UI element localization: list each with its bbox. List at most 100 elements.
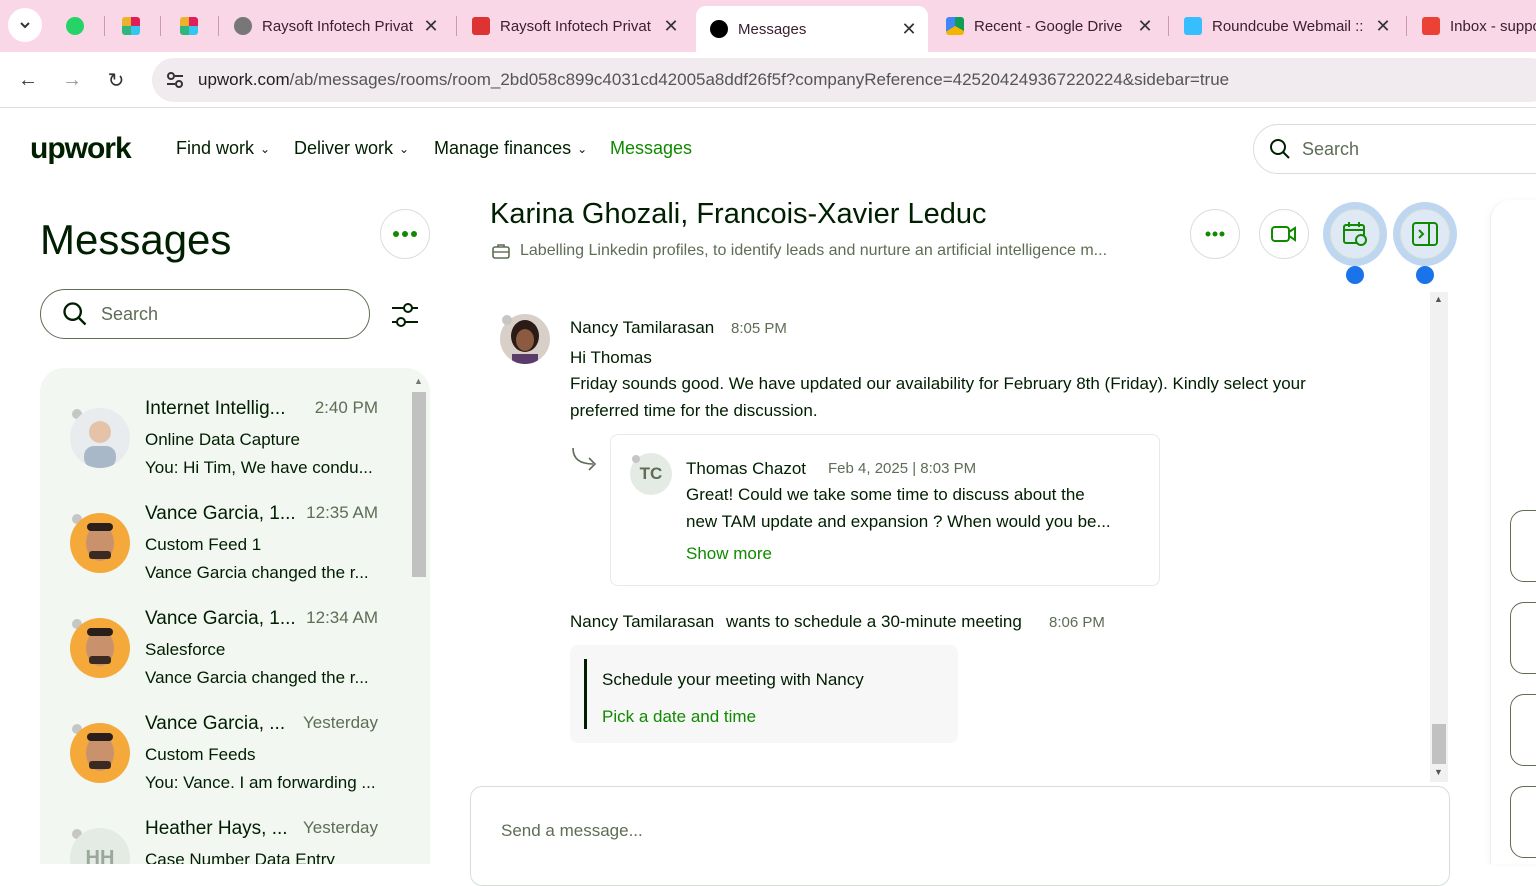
chevron-down-icon: ⌄ [577, 141, 588, 156]
address-bar[interactable]: upwork.com/ab/messages/rooms/room_2bd058… [152, 58, 1536, 102]
video-camera-icon [1271, 226, 1296, 242]
tab-title: Messages [738, 20, 807, 38]
message-sender[interactable]: Nancy Tamilarasan [570, 318, 714, 338]
tab-roundcube[interactable]: Roundcube Webmail :: ✕ [1170, 6, 1402, 46]
scrollbar-thumb[interactable] [412, 392, 426, 577]
message-composer [470, 786, 1450, 886]
site-info-icon[interactable] [164, 69, 186, 91]
pinned-tab-slack-2[interactable] [166, 6, 214, 46]
quoted-text: new TAM update and expansion ? When woul… [686, 512, 1111, 531]
upwork-logo[interactable]: upwork [30, 132, 132, 166]
room-item[interactable]: Internet Intellig... 2:40 PM Online Data… [40, 388, 410, 493]
room-subject: Custom Feeds [145, 745, 256, 764]
avatar [70, 723, 130, 783]
toggle-sidebar-button[interactable] [1393, 202, 1457, 266]
tab-search-button[interactable] [8, 8, 42, 42]
sidebar-panel-icon [1412, 222, 1438, 246]
url-path: /ab/messages/rooms/room_2bd058c899c4031c… [289, 70, 1230, 89]
reload-button[interactable]: ↻ [100, 64, 132, 96]
conversation-more-button[interactable] [1190, 209, 1240, 259]
room-time: 12:35 AM [306, 503, 378, 522]
tab-messages[interactable]: Messages ✕ [696, 6, 928, 52]
room-name: Vance Garcia, 1... [145, 503, 296, 524]
nav-label: Deliver work [294, 138, 394, 158]
search-icon [1270, 139, 1290, 159]
scrollbar-thumb[interactable] [1432, 724, 1446, 764]
card-title: Schedule your meeting with Nancy [602, 670, 864, 689]
chevron-down-icon: ⌄ [260, 141, 271, 156]
room-subject: Salesforce [145, 640, 226, 659]
quoted-sender: Thomas Chazot [686, 459, 806, 478]
scroll-down-icon[interactable]: ▼ [1434, 767, 1443, 777]
browser-tab-bar: Raysoft Infotech Privat ✕ Raysoft Infote… [0, 0, 1536, 52]
nav-deliver-work[interactable]: Deliver work ⌄ [294, 138, 409, 159]
tab-title: Raysoft Infotech Privat [500, 17, 651, 35]
close-icon[interactable]: ✕ [660, 16, 682, 37]
scroll-up-icon[interactable]: ▲ [1434, 294, 1443, 304]
close-icon[interactable]: ✕ [1134, 16, 1156, 37]
url-host: upwork.com [198, 70, 290, 89]
meeting-time: 8:06 PM [1049, 614, 1105, 631]
room-preview: Vance Garcia changed the r... [145, 668, 369, 687]
browser-toolbar: ← → ↻ upwork.com/ab/messages/rooms/room_… [0, 52, 1536, 108]
panel-action-button[interactable] [1510, 602, 1536, 674]
chevron-down-icon: ⌄ [399, 141, 410, 156]
tab-title: Inbox - suppo [1450, 17, 1536, 35]
panel-action-button[interactable] [1510, 786, 1536, 858]
close-icon[interactable]: ✕ [1372, 16, 1394, 37]
nav-label: Messages [610, 138, 693, 158]
back-button[interactable]: ← [12, 64, 44, 96]
site-header: upwork Find work ⌄ Deliver work ⌄ Manage f… [0, 108, 1536, 190]
room-item[interactable]: Vance Garcia, 1... 12:34 AM Salesforce V… [40, 598, 410, 703]
slack-icon [122, 17, 140, 35]
pinned-tab-whatsapp[interactable] [52, 6, 100, 46]
close-icon[interactable]: ✕ [420, 16, 442, 37]
whatsapp-icon [66, 17, 84, 35]
room-time: Yesterday [303, 713, 378, 732]
close-icon[interactable]: ✕ [898, 19, 920, 40]
video-call-button[interactable] [1259, 209, 1309, 259]
tab-title: Roundcube Webmail :: [1212, 17, 1364, 35]
forward-button[interactable]: → [56, 64, 88, 96]
pinned-tab-slack-1[interactable] [108, 6, 156, 46]
nav-find-work[interactable]: Find work ⌄ [176, 138, 270, 159]
highlight-dot [1416, 266, 1434, 284]
room-subject: Case Number Data Entry [145, 850, 335, 864]
panel-action-button[interactable] [1510, 510, 1536, 582]
show-more-link[interactable]: Show more [686, 544, 772, 564]
conversation-subtitle[interactable]: Labelling Linkedin profiles, to identify… [492, 242, 1107, 260]
meeting-sender[interactable]: Nancy Tamilarasan [570, 612, 714, 632]
sidebar-more-button[interactable] [380, 209, 430, 259]
rooms-search-input[interactable]: Search [40, 289, 370, 339]
nav-label: Manage finances [434, 138, 572, 158]
tab-gmail[interactable]: Inbox - suppo [1408, 6, 1536, 46]
tab-google-drive[interactable]: Recent - Google Drive ✕ [932, 6, 1164, 46]
room-item[interactable]: HH Heather Hays, ... Yesterday Case Numb… [40, 808, 410, 864]
thread-scrollbar[interactable]: ▲ ▼ [1430, 292, 1448, 782]
pick-date-link[interactable]: Pick a date and time [602, 707, 756, 727]
avatar [70, 513, 130, 573]
schedule-meeting-button[interactable] [1323, 202, 1387, 266]
header-search[interactable]: Search [1253, 124, 1536, 174]
nav-messages[interactable]: Messages [610, 138, 692, 159]
room-subject: Online Data Capture [145, 430, 300, 449]
avatar [70, 618, 130, 678]
filter-icon[interactable] [388, 298, 422, 332]
google-drive-icon [946, 17, 964, 35]
header-search-placeholder: Search [1302, 138, 1360, 159]
nav-manage-finances[interactable]: Manage finances ⌄ [434, 138, 587, 159]
rooms-scrollbar[interactable]: ▲ [410, 372, 428, 864]
room-item[interactable]: Vance Garcia, 1... 12:35 AM Custom Feed … [40, 493, 410, 598]
room-preview: You: Vance. I am forwarding ... [145, 773, 376, 792]
room-preview: You: Hi Tim, We have condu... [145, 458, 373, 477]
tab-raysoft-1[interactable]: Raysoft Infotech Privat ✕ [220, 6, 450, 46]
panel-action-button[interactable] [1510, 694, 1536, 766]
tab-raysoft-2[interactable]: Raysoft Infotech Privat ✕ [458, 6, 690, 46]
scroll-up-icon[interactable]: ▲ [414, 376, 423, 386]
room-item[interactable]: Vance Garcia, ... Yesterday Custom Feeds… [40, 703, 410, 808]
avatar [70, 408, 130, 468]
job-title: Labelling Linkedin profiles, to identify… [520, 242, 1108, 259]
message-input[interactable] [499, 817, 1399, 845]
meeting-text: wants to schedule a 30-minute meeting [726, 612, 1022, 631]
rooms-list: Internet Intellig... 2:40 PM Online Data… [40, 368, 430, 864]
